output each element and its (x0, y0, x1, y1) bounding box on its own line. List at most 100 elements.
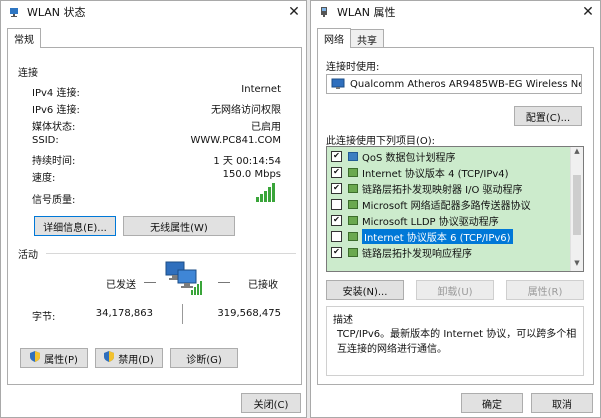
row-ipv4-value: Internet (241, 84, 281, 95)
received-label: 已接收 (248, 280, 278, 291)
shield-icon (30, 351, 41, 365)
status-close-icon[interactable]: ✕ (282, 1, 306, 23)
row-media-label: 媒体状态: (32, 122, 76, 133)
shield-icon (104, 351, 115, 365)
checkbox-lldp[interactable]: ✔ (331, 214, 342, 226)
network-adapter-icon (317, 5, 331, 19)
bytes-divider (182, 304, 183, 324)
status-tabs: 常规 (7, 28, 41, 48)
row-ipv6-label: IPv6 连接: (32, 105, 80, 116)
service-icon (348, 151, 358, 161)
ok-button[interactable]: 确定 (461, 393, 523, 413)
properties-tabs: 网络 共享 (317, 28, 384, 48)
list-item-label: 链路层拓扑发现映射器 I/O 驱动程序 (362, 184, 523, 196)
wlan-status-window: WLAN 状态 ✕ 常规 连接 IPv4 连接: Internet IPv6 连… (0, 0, 307, 418)
list-item-label: Microsoft LLDP 协议驱动程序 (362, 216, 499, 228)
protocol-icon (348, 231, 358, 241)
status-titlebar: WLAN 状态 ✕ (1, 1, 306, 23)
row-ipv6-value: 无网络访问权限 (211, 105, 281, 116)
tab-sharing[interactable]: 共享 (350, 29, 384, 47)
install-button[interactable]: 安装(N)... (326, 280, 404, 300)
scroll-up-icon[interactable]: ▲ (571, 147, 583, 159)
list-item-label: Microsoft 网络适配器多路传送器协议 (362, 200, 531, 212)
protocol-icon (348, 247, 358, 257)
list-item-label: QoS 数据包计划程序 (362, 152, 456, 164)
adapter-icon (331, 78, 345, 90)
disable-button[interactable]: 禁用(D) (95, 348, 163, 368)
network-computers-icon (164, 260, 204, 296)
uninstall-button[interactable]: 卸载(U) (416, 280, 494, 300)
checkbox-multiplexor[interactable] (331, 198, 342, 210)
received-line (218, 282, 230, 283)
configure-button[interactable]: 配置(C)... (514, 106, 582, 126)
activity-divider (46, 253, 296, 254)
list-item-label: Internet 协议版本 4 (TCP/IPv4) (362, 168, 509, 180)
properties-title: WLAN 属性 (337, 6, 396, 19)
tab-general[interactable]: 常规 (7, 28, 41, 48)
details-button[interactable]: 详细信息(E)... (34, 216, 116, 236)
scroll-thumb[interactable] (573, 175, 581, 235)
sent-line (144, 282, 156, 283)
row-speed-value: 150.0 Mbps (222, 169, 281, 180)
properties-titlebar: WLAN 属性 ✕ (311, 1, 600, 23)
list-item[interactable]: Microsoft 网络适配器多路传送器协议 (331, 197, 531, 212)
bytes-label: 字节: (32, 312, 56, 323)
item-properties-button[interactable]: 属性(R) (506, 280, 584, 300)
activity-header: 活动 (18, 250, 38, 261)
status-properties-label: 属性(P) (44, 354, 78, 366)
tab-network[interactable]: 网络 (317, 28, 351, 48)
bytes-sent-value: 34,178,863 (95, 308, 153, 319)
connection-header: 连接 (18, 68, 38, 79)
network-icon (7, 5, 21, 19)
row-media-value: 已启用 (251, 122, 281, 133)
description-text: TCP/IPv6。最新版本的 Internet 协议，可以跨多个相互连接的网络进… (337, 329, 577, 355)
adapter-name: Qualcomm Atheros AR9485WB-EG Wireless Ne… (350, 78, 581, 90)
status-close-button[interactable]: 关闭(C) (241, 393, 301, 413)
checkbox-ipv6[interactable] (331, 230, 342, 242)
list-scrollbar[interactable]: ▲ ▼ (570, 147, 583, 271)
disable-label: 禁用(D) (118, 354, 154, 366)
wireless-properties-button[interactable]: 无线属性(W) (123, 216, 235, 236)
adapter-box: Qualcomm Atheros AR9485WB-EG Wireless Ne… (326, 74, 582, 94)
status-title: WLAN 状态 (27, 6, 86, 19)
description-group: 描述 TCP/IPv6。最新版本的 Internet 协议，可以跨多个相互连接的… (326, 306, 584, 376)
row-ipv4-label: IPv4 连接: (32, 88, 80, 99)
row-speed-label: 速度: (32, 173, 56, 184)
protocol-icon (348, 183, 358, 193)
list-item-label: 链路层拓扑发现响应程序 (362, 248, 472, 260)
row-duration-value: 1 天 00:14:54 (213, 156, 281, 167)
scroll-down-icon[interactable]: ▼ (571, 259, 583, 271)
list-item[interactable]: ✔ 链路层拓扑发现映射器 I/O 驱动程序 (331, 181, 523, 196)
signal-label: 信号质量: (32, 195, 76, 206)
status-properties-button[interactable]: 属性(P) (20, 348, 88, 368)
checkbox-qos[interactable]: ✔ (331, 150, 342, 162)
sent-label: 已发送 (106, 280, 136, 291)
connect-using-label: 连接时使用: (326, 62, 380, 73)
list-item[interactable]: Internet 协议版本 6 (TCP/IPv6) (331, 228, 513, 244)
description-label: 描述 (333, 315, 353, 326)
checkbox-ipv4[interactable]: ✔ (331, 166, 342, 178)
protocol-icon (348, 215, 358, 225)
row-duration-label: 持续时间: (32, 156, 76, 167)
signal-bars-icon (255, 182, 277, 202)
row-ssid-label: SSID: (32, 135, 59, 146)
status-panel: 连接 IPv4 连接: Internet IPv6 连接: 无网络访问权限 媒体… (7, 47, 302, 385)
properties-close-icon[interactable]: ✕ (576, 1, 600, 23)
list-item[interactable]: ✔ Internet 协议版本 4 (TCP/IPv4) (331, 165, 509, 180)
list-item-label: Internet 协议版本 6 (TCP/IPv6) (362, 228, 513, 244)
checkbox-lltd-responder[interactable]: ✔ (331, 246, 342, 258)
protocol-icon (348, 199, 358, 209)
bytes-received-value: 319,568,475 (217, 308, 281, 319)
list-item[interactable]: ✔ QoS 数据包计划程序 (331, 149, 456, 164)
row-ssid-value: WWW.PC841.COM (190, 135, 281, 146)
diagnose-button[interactable]: 诊断(G) (170, 348, 238, 368)
protocol-icon (348, 167, 358, 177)
properties-panel: 连接时使用: Qualcomm Atheros AR9485WB-EG Wire… (317, 47, 594, 385)
items-label: 此连接使用下列项目(O): (326, 136, 436, 147)
items-list[interactable]: ✔ QoS 数据包计划程序 ✔ Internet 协议版本 4 (TCP/IPv… (326, 146, 584, 272)
list-item[interactable]: ✔ Microsoft LLDP 协议驱动程序 (331, 213, 499, 228)
checkbox-lltd-mapper[interactable]: ✔ (331, 182, 342, 194)
wlan-properties-window: WLAN 属性 ✕ 网络 共享 连接时使用: Qualcomm Atheros … (310, 0, 601, 418)
list-item[interactable]: ✔ 链路层拓扑发现响应程序 (331, 245, 472, 260)
cancel-button[interactable]: 取消 (531, 393, 593, 413)
